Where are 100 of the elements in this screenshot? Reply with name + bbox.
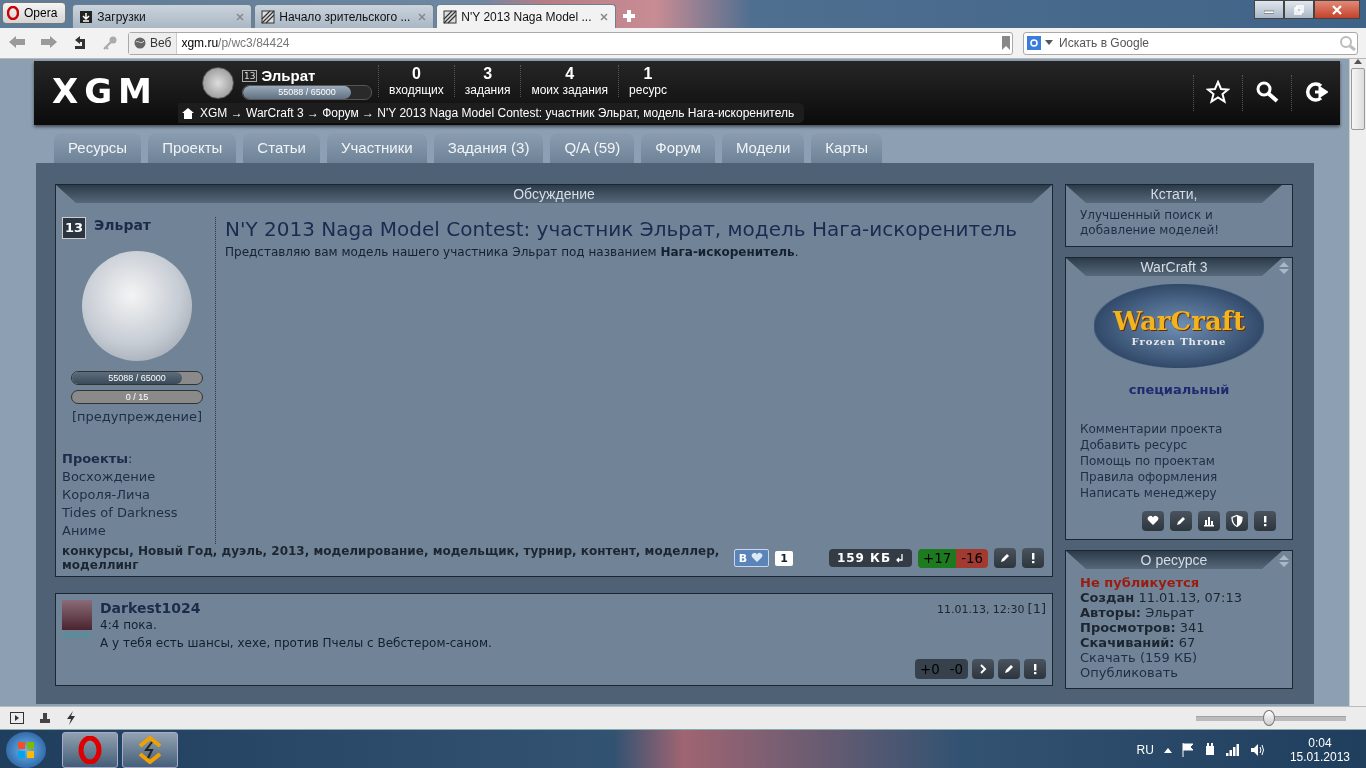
clock-time: 0:04 [1308, 736, 1332, 750]
striped-page-icon [443, 9, 458, 24]
nav-tab[interactable]: Форум [641, 133, 715, 163]
tray-arrow-icon [1163, 747, 1172, 753]
search-field[interactable]: Искать в Google [1057, 35, 1335, 51]
minimize-button[interactable] [1254, 0, 1284, 19]
nav-tab[interactable]: Q/A (59) [550, 133, 635, 163]
project-link[interactable]: Помощь по проектам [1080, 453, 1278, 469]
collapse-icon [1278, 554, 1290, 568]
user-name[interactable]: Эльрат [261, 67, 316, 84]
stat-link[interactable]: 1 ресурс [618, 65, 677, 97]
address-field[interactable]: Веб xgm.ru/p/wc3/84424 [128, 31, 1013, 55]
nav-tab[interactable]: Модели [721, 133, 805, 163]
close-icon [599, 11, 610, 22]
resource-link[interactable]: Скачать (159 КБ) [1080, 650, 1278, 665]
tip-link[interactable]: Улучшенный поиск и добавление моделей! [1066, 203, 1292, 238]
heart-icon [1146, 514, 1160, 528]
browser-tab[interactable]: Загрузки [72, 4, 253, 28]
language-indicator[interactable]: RU [1136, 743, 1154, 757]
scrollbar-thumb[interactable] [1351, 68, 1365, 130]
address-prefix: Веб [150, 36, 172, 50]
resource-link[interactable]: Опубликовать [1080, 665, 1278, 680]
report-button[interactable] [1022, 548, 1044, 568]
project-link[interactable]: Восхождение Короля-Лича [62, 468, 212, 504]
logout-icon [1304, 79, 1328, 104]
upvote-button[interactable]: +0 [915, 659, 945, 679]
edit-button[interactable] [998, 659, 1020, 679]
edit-button[interactable] [994, 548, 1016, 568]
nav-tab[interactable]: Задания (3) [433, 133, 544, 163]
tab-title: N'Y 2013 Naga Model ... [461, 9, 593, 24]
project-link[interactable]: Аниме [62, 522, 212, 540]
browser-tab[interactable]: Начало зрительского ... [254, 4, 435, 28]
comment-number[interactable]: [1] [1027, 601, 1046, 616]
warnings-text: 0 / 15 [124, 391, 150, 403]
favorite-button[interactable] [1142, 511, 1164, 531]
clock-date: 15.01.2013 [1289, 750, 1350, 764]
reply-button[interactable] [972, 659, 994, 679]
post-text: Представляю вам модель нашего участника Эльрат под названием Нага-искоренитель. [225, 245, 800, 259]
box-title: WarCraft 3 [1066, 258, 1282, 276]
stats-button[interactable] [1198, 511, 1220, 531]
comment-text: А у тебя есть шансы, хехе, против Пчелы с Вебстером-саном. [100, 635, 493, 652]
windows-logo-icon [17, 741, 35, 759]
nav-tab[interactable]: Проекты [148, 133, 237, 163]
signal-icon [1225, 744, 1240, 756]
projects-label: Проекты: [62, 450, 134, 468]
project-link[interactable]: Tides of Darkness [62, 504, 212, 522]
stat-link[interactable]: 0 входящих [378, 65, 454, 97]
collapse-icon [1278, 261, 1290, 275]
warning-link[interactable]: [предупреждение] [62, 409, 212, 424]
edit-button[interactable] [1170, 511, 1192, 531]
resource-fact: Создан 11.01.13, 07:13 [1080, 590, 1244, 605]
project-tag: специальный [1066, 382, 1292, 397]
downvote-button[interactable]: -16 [956, 548, 988, 568]
xp-text: 55088 / 65000 [277, 86, 337, 99]
speaker-icon [1249, 743, 1266, 757]
project-link[interactable]: Комментарии проекта [1080, 421, 1278, 437]
start-button[interactable] [6, 732, 46, 768]
zoom-thumb[interactable] [1263, 710, 1275, 726]
author-name[interactable]: Эльрат [94, 217, 151, 233]
downvote-button[interactable]: -0 [944, 659, 968, 679]
nav-tab[interactable]: Статьи [243, 133, 320, 163]
nav-tab[interactable]: Карты [811, 133, 883, 163]
url-text: xgm.ru/p/wc3/84424 [180, 36, 291, 50]
bookmark-icon [1000, 35, 1012, 51]
user-avatar[interactable] [202, 67, 234, 99]
stat-link[interactable]: 3 задания [453, 65, 521, 97]
heart-icon [750, 551, 765, 565]
maximize-button[interactable] [1284, 0, 1314, 19]
tab-title: Загрузки [97, 9, 147, 24]
moderation-button[interactable] [1226, 511, 1248, 531]
lightning-icon [66, 711, 76, 725]
striped-page-icon [261, 9, 276, 24]
project-link[interactable]: Написать менеджеру [1080, 485, 1278, 501]
player-taskbar-button[interactable] [122, 732, 178, 768]
project-link[interactable]: Добавить ресурс [1080, 437, 1278, 453]
nav-tab[interactable]: Ресурсы [54, 133, 142, 163]
download-button[interactable]: 159 КБ [828, 549, 913, 567]
close-icon [417, 11, 428, 22]
browser-tab[interactable]: N'Y 2013 Naga Model ... [436, 4, 617, 28]
upvote-button[interactable]: +17 [918, 548, 957, 568]
opera-taskbar-button[interactable] [62, 732, 118, 768]
project-link[interactable]: Правила оформления [1080, 469, 1278, 485]
avatar-image [62, 600, 92, 630]
stat-link[interactable]: 4 моих задания [520, 65, 619, 97]
close-button[interactable] [1314, 0, 1360, 19]
power-plug-icon [1203, 743, 1216, 757]
like-button[interactable]: В [733, 549, 770, 567]
publish-status: Не публикуется [1080, 575, 1201, 590]
search-box[interactable]: Искать в Google [1023, 31, 1358, 55]
forward-icon [40, 35, 58, 49]
comment-author[interactable]: Darkest1024 [100, 600, 201, 616]
pencil-icon [998, 551, 1012, 565]
panel-toggle-icon [10, 712, 24, 724]
box-title: О ресурсе [1066, 551, 1282, 569]
opera-menu-button[interactable]: Opera [2, 2, 67, 24]
nav-tab[interactable]: Участники [327, 133, 427, 163]
dropdown-caret-icon [1045, 40, 1053, 46]
report-button[interactable] [1024, 659, 1046, 679]
rank-badge: 13 [242, 69, 258, 82]
report-button[interactable] [1254, 511, 1276, 531]
